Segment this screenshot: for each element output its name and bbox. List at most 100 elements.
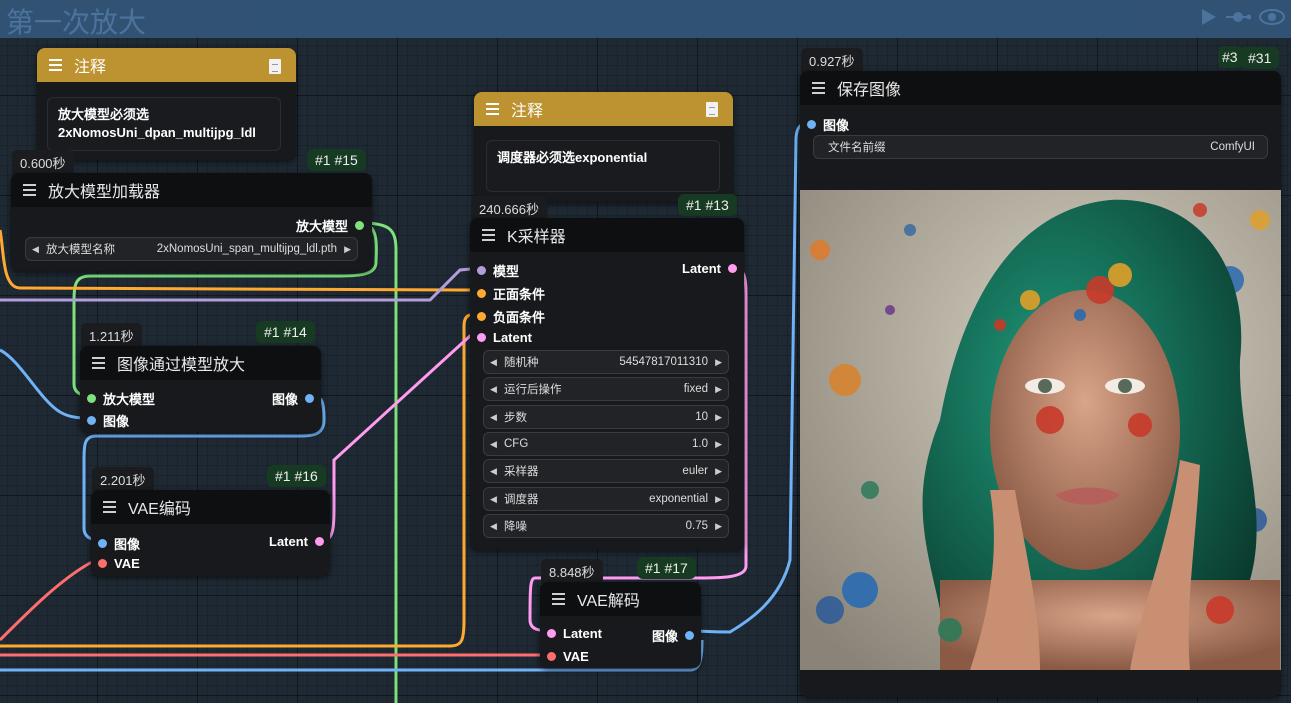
upscale-model-name-combo[interactable]: ◀ 放大模型名称 2xNomosUni_span_multijpg_ldl.pt… [25,237,358,261]
note-text[interactable]: 放大模型必须选 2xNomosUni_dpan_multijpg_ldl [47,97,281,151]
widget-value: 10 [695,411,708,423]
arrow-left-icon[interactable]: ◀ [490,412,497,423]
node-header[interactable]: 保存图像 [800,71,1281,105]
arrow-right-icon[interactable]: ▶ [715,494,722,505]
ksampler-node[interactable]: K采样器 模型 正面条件 负面条件 Latent Latent ◀ 随机种 5454… [470,218,744,550]
input-image[interactable]: 图像 [98,534,140,553]
slot-dot[interactable] [98,539,107,548]
slot-label: 正面条件 [493,287,546,302]
output-image[interactable]: 图像 [652,626,694,645]
filename-prefix-input[interactable]: 文件名前缀 ComfyUI [813,135,1268,159]
output-latent[interactable]: Latent [682,261,737,276]
slot-dot[interactable] [685,631,694,640]
arrow-left-icon[interactable]: ◀ [490,521,497,532]
arrow-right-icon[interactable]: ▶ [715,412,722,423]
node-header[interactable]: K采样器 [470,218,744,252]
denoise-widget[interactable]: ◀ 降噪 0.75 ▶ [483,514,729,538]
steps-widget[interactable]: ◀ 步数 10 ▶ [483,405,729,429]
document-icon [706,102,718,117]
output-image-preview[interactable] [800,190,1281,670]
arrow-left-icon[interactable]: ◀ [490,494,497,505]
arrow-right-icon[interactable]: ▶ [715,439,722,450]
input-vae[interactable]: VAE [547,649,589,664]
menu-icon[interactable] [482,229,495,241]
slot-dot[interactable] [98,559,107,568]
slot-dot[interactable] [477,312,486,321]
node-header[interactable]: 放大模型加载器 [11,173,372,207]
arrow-left-icon[interactable]: ◀ [490,357,497,368]
menu-icon[interactable] [812,82,825,94]
input-latent[interactable]: Latent [477,330,532,345]
document-icon [269,59,281,74]
arrow-right-icon[interactable]: ▶ [344,244,351,255]
input-negative[interactable]: 负面条件 [477,307,545,326]
cfg-widget[interactable]: ◀ CFG 1.0 ▶ [483,432,729,456]
sampler-widget[interactable]: ◀ 采样器 euler ▶ [483,459,729,483]
input-vae[interactable]: VAE [98,556,140,571]
vae-decode-node[interactable]: VAE解码 Latent VAE 图像 [540,582,701,668]
arrow-right-icon[interactable]: ▶ [715,357,722,368]
output-image[interactable]: 图像 [272,389,314,408]
widget-value: 0.75 [685,520,708,532]
menu-icon[interactable] [552,593,565,605]
node-header[interactable]: VAE编码 [91,490,330,524]
widget-value: 1.0 [692,438,708,450]
note-title: 注释 [74,59,107,76]
output-latent[interactable]: Latent [269,534,324,549]
node-header[interactable]: VAE解码 [540,582,701,616]
arrow-left-icon[interactable]: ◀ [32,244,39,255]
upscale-image-node[interactable]: 图像通过模型放大 放大模型 图像 图像 [80,346,321,432]
widget-label: 随机种 [504,357,539,369]
slot-dot[interactable] [355,221,364,230]
execution-time-badge: 1.211秒 [81,323,142,348]
control-after-generate-widget[interactable]: ◀ 运行后操作 fixed ▶ [483,377,729,401]
node-id-badge: #1 #17 [637,557,696,579]
arrow-left-icon[interactable]: ◀ [490,439,497,450]
execution-time-badge: 0.927秒 [801,48,863,73]
portrait-image [800,190,1281,670]
slot-label: Latent [563,626,602,641]
input-latent[interactable]: Latent [547,626,602,641]
arrow-left-icon[interactable]: ◀ [490,384,497,395]
menu-icon[interactable] [49,59,62,71]
arrow-right-icon[interactable]: ▶ [715,466,722,477]
save-image-node[interactable]: 保存图像 图像 文件名前缀 ComfyUI [800,71,1281,697]
slot-dot[interactable] [807,120,816,129]
input-image[interactable]: 图像 [87,411,129,430]
slot-dot[interactable] [87,416,96,425]
scheduler-widget[interactable]: ◀ 调度器 exponential ▶ [483,487,729,511]
note-node-scheduler[interactable]: 注释 调度器必须选exponential [474,92,733,202]
arrow-right-icon[interactable]: ▶ [715,521,722,532]
slot-dot[interactable] [477,266,486,275]
note-text[interactable]: 调度器必须选exponential [486,140,720,192]
menu-icon[interactable] [103,501,116,513]
upscale-model-loader-node[interactable]: 放大模型加载器 放大模型 ◀ 放大模型名称 2xNomosUni_span_mu… [11,173,372,271]
slot-dot[interactable] [477,289,486,298]
input-model[interactable]: 模型 [477,261,519,280]
slot-dot[interactable] [547,629,556,638]
arrow-left-icon[interactable]: ◀ [490,466,497,477]
note-node-upscale[interactable]: 注释 放大模型必须选 2xNomosUni_dpan_multijpg_ldl [37,48,296,160]
note-header[interactable]: 注释 [474,92,733,126]
slot-dot[interactable] [305,394,314,403]
input-positive[interactable]: 正面条件 [477,284,545,303]
widget-label: 运行后操作 [504,384,562,396]
slot-dot[interactable] [477,333,486,342]
note-header[interactable]: 注释 [37,48,296,82]
menu-icon[interactable] [486,103,499,115]
slot-dot[interactable] [315,537,324,546]
slot-label: 图像 [114,537,141,552]
menu-icon[interactable] [23,184,36,196]
menu-icon[interactable] [92,357,105,369]
slot-dot[interactable] [547,652,556,661]
seed-widget[interactable]: ◀ 随机种 54547817011310 ▶ [483,350,729,374]
vae-encode-node[interactable]: VAE编码 图像 VAE Latent [91,490,330,576]
slot-dot[interactable] [728,264,737,273]
input-image[interactable]: 图像 [807,115,849,134]
input-upscale-model[interactable]: 放大模型 [87,389,155,408]
node-header[interactable]: 图像通过模型放大 [80,346,321,380]
slot-dot[interactable] [87,394,96,403]
widget-value: 2xNomosUni_span_multijpg_ldl.pth [156,243,337,255]
output-upscale-model[interactable]: 放大模型 [296,216,364,235]
arrow-right-icon[interactable]: ▶ [715,384,722,395]
